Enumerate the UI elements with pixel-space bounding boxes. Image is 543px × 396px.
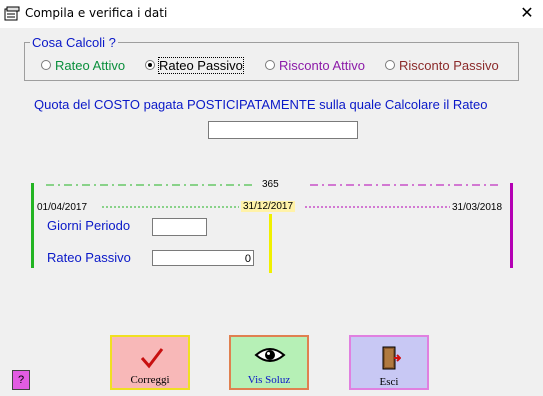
mid-date: 31/12/2017 [241,201,296,212]
timeline-end-marker [510,183,513,268]
group-label: Cosa Calcoli ? [30,35,118,50]
radio-indicator [145,60,155,70]
radio-indicator [41,60,51,70]
radio-label: Rateo Passivo [158,56,244,74]
close-button[interactable]: ✕ [516,2,538,24]
start-date: 01/04/2017 [37,202,88,213]
rateo-passivo-field[interactable]: 0 [152,250,254,266]
checkmark-icon [140,348,164,369]
help-button[interactable]: ? [12,370,30,390]
esci-label: Esci [379,376,399,388]
quota-input[interactable] [208,121,358,139]
radio-risconto-passivo[interactable]: Risconto Passivo [385,57,499,73]
radio-label: Rateo Attivo [55,57,126,73]
timeline-start-marker [31,183,34,268]
radio-label: Risconto Attivo [279,57,365,73]
vis-soluz-label: Vis Soluz [247,374,291,386]
giorni-periodo-label: Giorni Periodo [47,218,131,233]
quota-label: Quota del COSTO pagata POSTICIPATAMENTE … [34,97,488,112]
rateo-passivo-label: Rateo Passivo [47,250,131,265]
correggi-label: Correggi [130,374,170,386]
vis-soluz-button[interactable]: Vis Soluz [229,335,309,390]
end-date: 31/03/2018 [452,202,503,213]
correggi-button[interactable]: Correggi [110,335,190,390]
days-total: 365 [262,179,279,190]
radio-indicator [385,60,395,70]
radio-rateo-passivo[interactable]: Rateo Passivo [145,56,244,74]
app-icon [4,6,20,22]
timeline-mid-marker [269,214,272,273]
radio-label: Risconto Passivo [399,57,499,73]
giorni-periodo-field[interactable] [152,218,207,236]
radio-risconto-attivo[interactable]: Risconto Attivo [265,57,365,73]
radio-rateo-attivo[interactable]: Rateo Attivo [41,57,125,73]
esci-button[interactable]: Esci [349,335,429,390]
window-title: Compila e verifica i dati [25,6,168,20]
eye-icon [254,348,286,362]
radio-indicator [265,60,275,70]
exit-door-icon [382,346,401,370]
